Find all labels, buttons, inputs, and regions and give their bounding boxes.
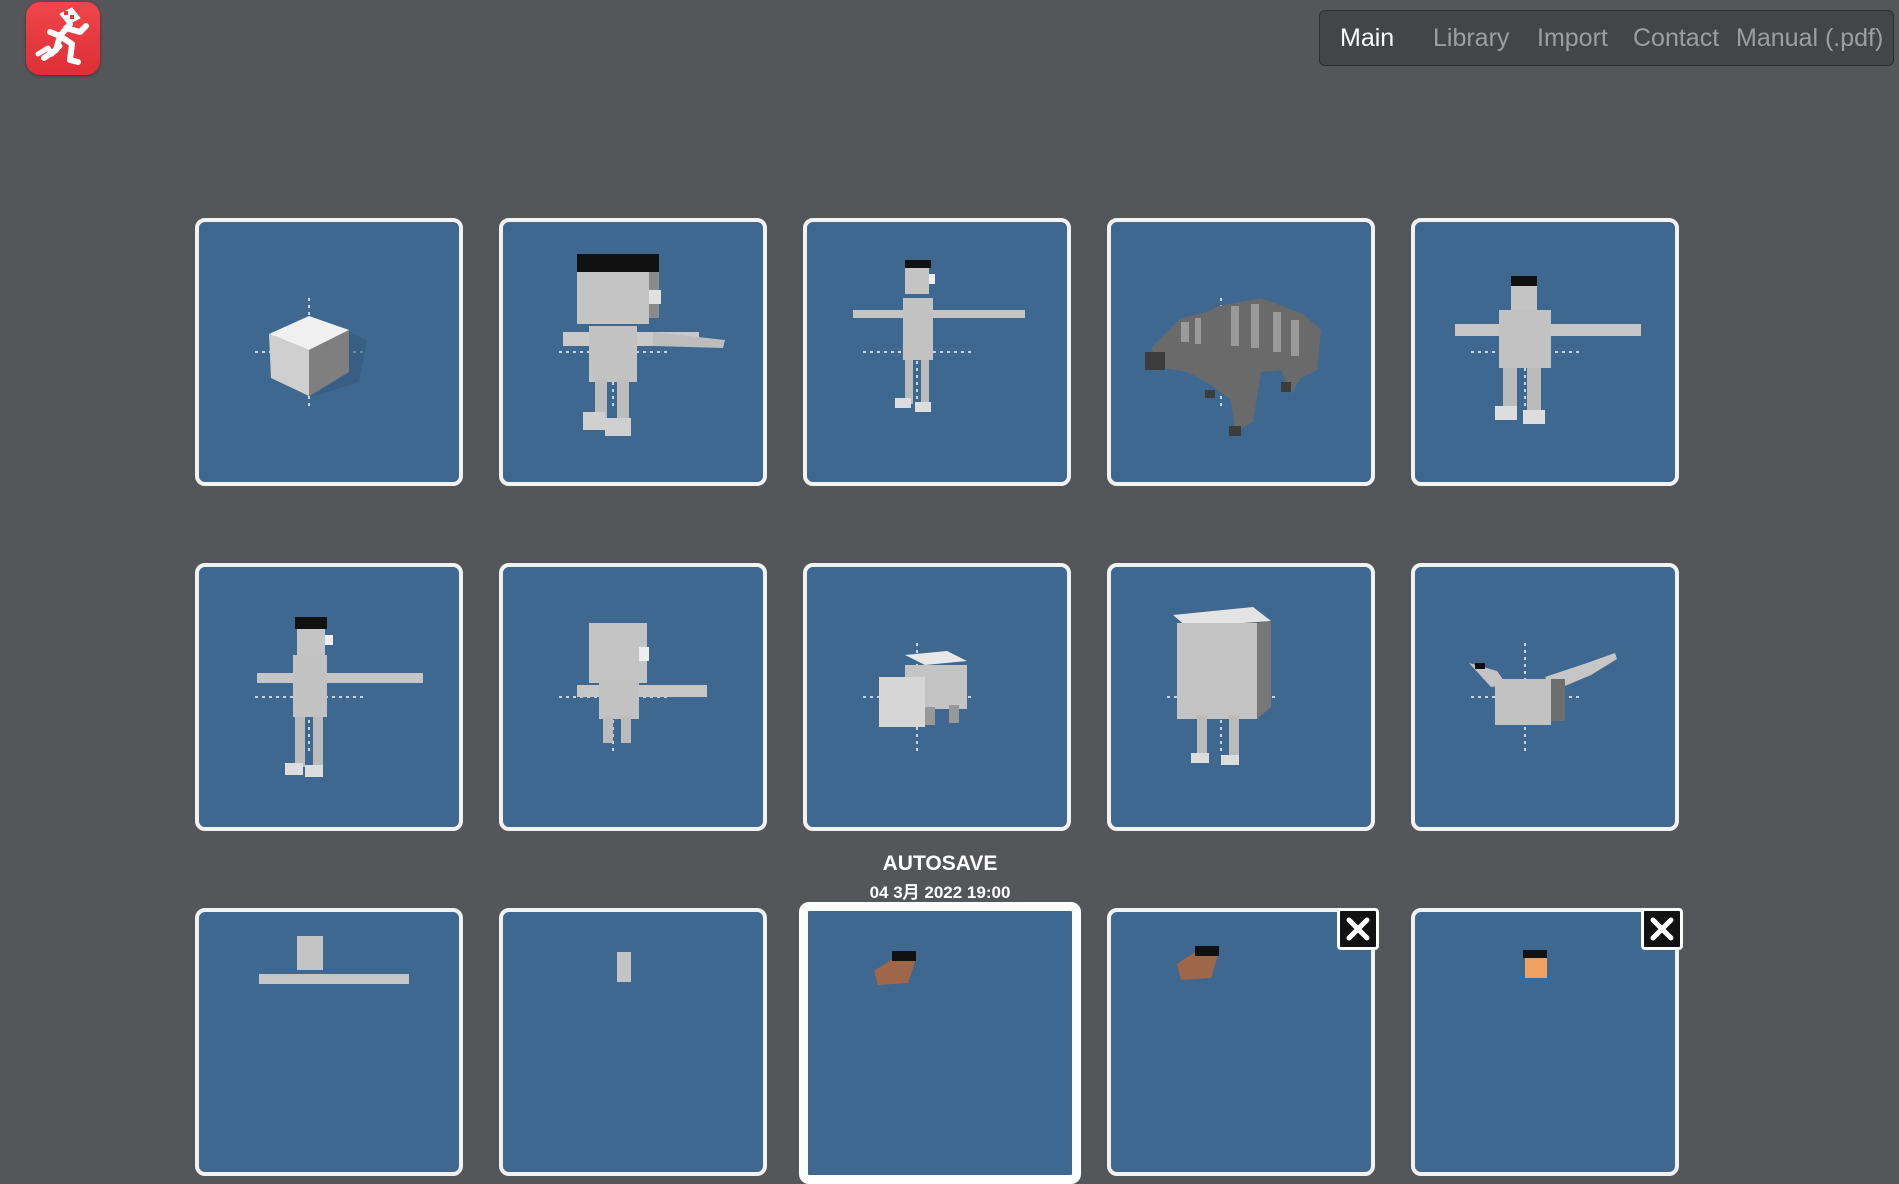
running-figure-icon xyxy=(35,7,89,65)
model-tile-thin-figure[interactable] xyxy=(499,908,767,1176)
model-tile-box-body[interactable] xyxy=(1107,563,1375,831)
nav-main[interactable]: Main xyxy=(1340,24,1394,53)
nav-contact[interactable]: Contact xyxy=(1633,24,1719,53)
humanoid-preview xyxy=(259,936,409,984)
slim-humanoid-preview xyxy=(853,260,1025,412)
nav-manual[interactable]: Manual (.pdf) xyxy=(1736,24,1883,53)
model-tile-boy[interactable] xyxy=(499,218,767,486)
humanoid-black-hair-preview xyxy=(255,617,423,777)
model-tile-big-head[interactable] xyxy=(499,563,767,831)
top-nav: Main Library Import Contact Manual (.pdf… xyxy=(1319,10,1894,66)
model-tile-humanoid[interactable] xyxy=(195,908,463,1176)
model-tile-horse-skeleton[interactable] xyxy=(1107,218,1375,486)
model-tile-humanoid-black-hair[interactable] xyxy=(195,563,463,831)
box-body-preview xyxy=(1167,607,1275,765)
app-logo[interactable] xyxy=(26,2,100,75)
delete-orange-character-button[interactable] xyxy=(1641,908,1683,950)
small-animal-preview xyxy=(863,643,971,751)
model-tile-brown[interactable] xyxy=(1107,908,1375,1176)
winged-creature-preview xyxy=(1469,643,1617,751)
model-tile-orange[interactable] xyxy=(1411,908,1679,1176)
nav-import[interactable]: Import xyxy=(1537,24,1608,53)
model-tile-winged[interactable] xyxy=(1411,563,1679,831)
close-icon xyxy=(1346,917,1370,941)
autosave-date: 04 3月 2022 19:00 xyxy=(869,883,1011,902)
horse-skeleton-preview xyxy=(1145,298,1321,436)
cube-model-preview xyxy=(255,298,367,406)
nav-library[interactable]: Library xyxy=(1433,24,1509,53)
thin-figure-preview xyxy=(617,952,631,982)
humanoid-hat-preview xyxy=(1455,276,1641,424)
model-tile-cube[interactable] xyxy=(195,218,463,486)
model-tile-autosave[interactable] xyxy=(799,902,1081,1184)
orange-character-preview xyxy=(1523,950,1547,978)
delete-brown-character-button[interactable] xyxy=(1337,908,1379,950)
close-icon xyxy=(1650,917,1674,941)
model-tile-small-animal[interactable] xyxy=(803,563,1071,831)
big-head-preview xyxy=(559,623,707,751)
boy-model-preview xyxy=(559,254,725,436)
brown-character-preview xyxy=(874,951,916,985)
autosave-title: AUTOSAVE xyxy=(882,852,998,875)
model-tile-slim-humanoid[interactable] xyxy=(803,218,1071,486)
model-tile-humanoid-hat[interactable] xyxy=(1411,218,1679,486)
brown-character-preview xyxy=(1177,946,1219,980)
